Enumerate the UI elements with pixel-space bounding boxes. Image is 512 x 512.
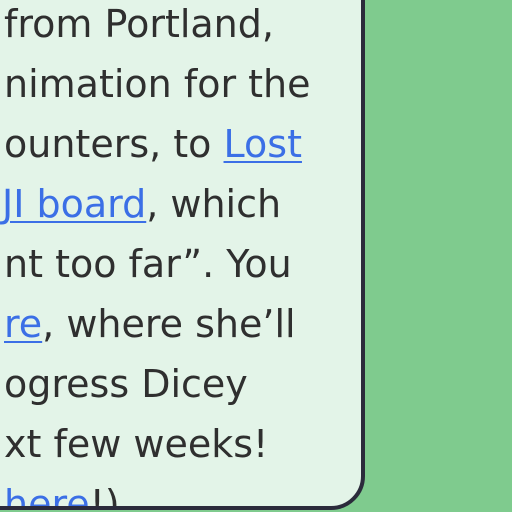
post-line-2: nimation for the <box>4 54 311 114</box>
post-line-4: JI board, which <box>2 174 281 234</box>
post-text-span: ounters, to <box>4 122 224 166</box>
board-link[interactable]: JI board <box>2 182 146 226</box>
post-line-7: ogress Dicey <box>4 354 248 414</box>
here-link-1[interactable]: re <box>4 302 42 346</box>
post-text-span: , where she’ll <box>42 302 296 346</box>
post-line-5: nt too far”. You <box>4 234 292 294</box>
post-text-span: !) <box>89 482 120 510</box>
post-text-span: from Portland, <box>4 2 274 46</box>
post-text-span: nt too far”. You <box>4 242 292 286</box>
post-line-8: xt few weeks! <box>4 414 268 474</box>
page-background: from Portland, nimation for the ounters,… <box>0 0 512 512</box>
post-line-9: here!) <box>4 474 120 510</box>
post-line-1: from Portland, <box>4 0 274 54</box>
lost-link[interactable]: Lost <box>224 122 302 166</box>
post-text-span: ogress Dicey <box>4 362 248 406</box>
post-card: from Portland, nimation for the ounters,… <box>0 0 365 510</box>
post-line-3: ounters, to Lost <box>4 114 302 174</box>
post-text-span: , which <box>146 182 282 226</box>
here-link-2[interactable]: here <box>4 482 90 506</box>
post-line-6: re, where she’ll <box>4 294 296 354</box>
post-text-span: nimation for the <box>4 62 311 106</box>
post-text-span: xt few weeks! <box>4 422 269 466</box>
